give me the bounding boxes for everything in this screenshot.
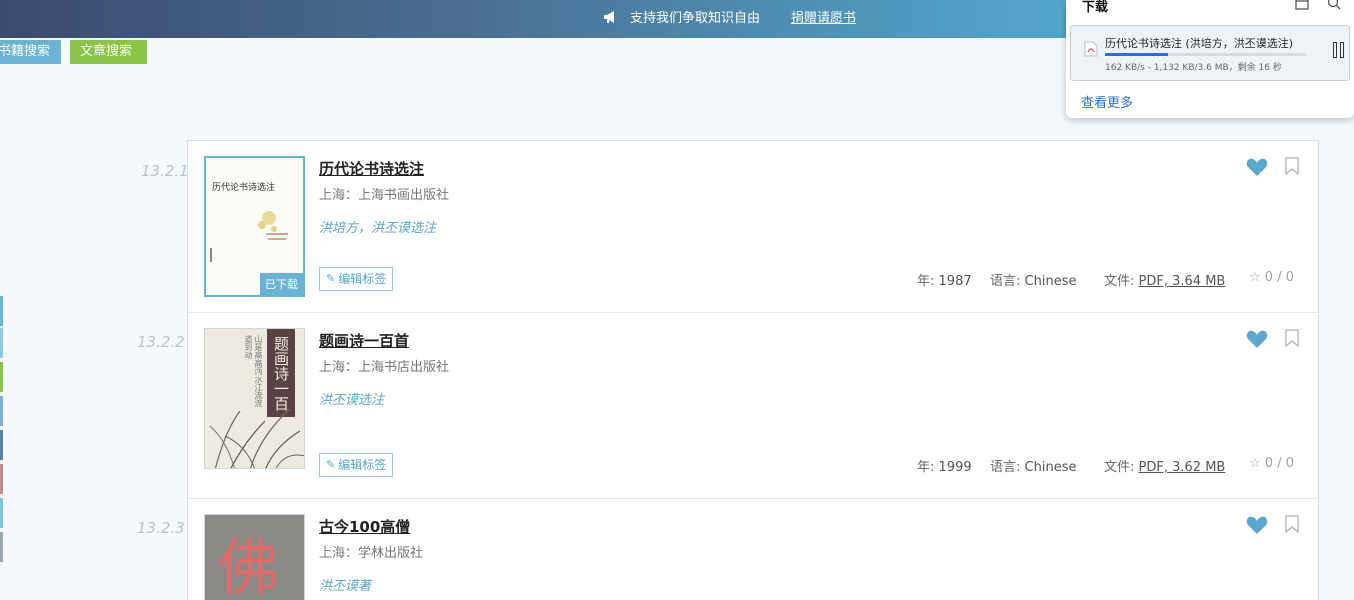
download-status: 162 KB/s - 1,132 KB/3.6 MB，剩余 16 秒 — [1105, 63, 1282, 73]
book-cover[interactable]: 历代论书诗选注 已下载 — [204, 156, 305, 297]
file-field: 文件: PDF, 3.64 MB — [1104, 270, 1225, 289]
edit-tags-label: 编辑标签 — [338, 458, 387, 472]
book-authors[interactable]: 洪丕谟选注 — [319, 389, 384, 408]
pencil-icon: ✎ — [326, 272, 336, 285]
download-filename: 历代论书诗选注 (洪培方，洪丕谟选注) — [1105, 37, 1294, 50]
edge-bar — [0, 362, 3, 392]
heart-icon[interactable] — [1246, 329, 1268, 349]
downloads-title: 下载 — [1082, 0, 1109, 15]
edge-bar — [0, 296, 3, 326]
cover-mark — [210, 248, 212, 262]
results-list: 历代论书诗选注 已下载 历代论书诗选注 上海：上海书画出版社 洪培方，洪丕谟选注… — [187, 140, 1319, 600]
edge-bar — [0, 532, 3, 562]
book-publisher: 上海：学林出版社 — [319, 546, 424, 561]
result-row: 山是高高两水江流流道到动 题画诗一百首 题画诗一百首 上海：上海书店出版社 洪丕… — [188, 313, 1318, 499]
bookmark-icon[interactable] — [1285, 329, 1299, 347]
download-progress-fill — [1105, 53, 1168, 56]
edit-tags-button[interactable]: ✎ 编辑标签 — [319, 453, 394, 477]
file-link[interactable]: PDF, 3.62 MB — [1139, 460, 1226, 475]
see-more-link[interactable]: 查看更多 — [1081, 92, 1133, 111]
pencil-icon: ✎ — [326, 458, 336, 471]
star-icon: ☆ — [1249, 270, 1261, 285]
rating[interactable]: ☆ 0 / 0 — [1249, 270, 1294, 285]
file-field: 文件: PDF, 3.62 MB — [1104, 456, 1225, 475]
book-publisher: 上海：上海书画出版社 — [319, 188, 450, 203]
download-progress-bar — [1105, 53, 1307, 56]
year-value: 1987 — [938, 274, 972, 289]
tab-article-search[interactable]: 文章搜索 — [70, 40, 147, 64]
year-field: 年: 1987 — [917, 270, 972, 289]
edge-bar — [0, 396, 3, 426]
book-publisher: 上海：上海书店出版社 — [319, 360, 450, 375]
edit-tags-button[interactable]: ✎ 编辑标签 — [319, 267, 394, 291]
bookmark-icon[interactable] — [1285, 515, 1299, 533]
edit-tags-label: 编辑标签 — [338, 272, 387, 286]
book-cover[interactable]: 山是高高两水江流流道到动 题画诗一百首 — [204, 328, 305, 469]
star-icon: ☆ — [1249, 456, 1261, 471]
year-label: 年: — [917, 460, 935, 475]
tab-book-search[interactable]: 书籍搜索 — [0, 40, 61, 64]
book-title[interactable]: 古今100高僧 — [319, 516, 410, 537]
book-authors[interactable]: 洪培方，洪丕谟选注 — [319, 217, 436, 236]
download-item[interactable]: 历代论书诗选注 (洪培方，洪丕谟选注) 162 KB/s - 1,132 KB/… — [1070, 25, 1350, 81]
year-field: 年: 1999 — [917, 456, 972, 475]
edge-bar — [0, 464, 3, 494]
rating-value: 0 / 0 — [1264, 456, 1294, 471]
rating[interactable]: ☆ 0 / 0 — [1249, 456, 1294, 471]
language-label: 语言: — [990, 274, 1021, 289]
year-label: 年: — [917, 274, 935, 289]
rating-value: 0 / 0 — [1264, 270, 1294, 285]
book-title[interactable]: 历代论书诗选注 — [319, 158, 424, 179]
downloads-panel: 下载 历代论书诗选注 (洪培方，洪丕谟选注) 162 KB/s - 1,132 … — [1066, 0, 1354, 118]
search-icon[interactable] — [1327, 0, 1341, 10]
downloaded-badge: 已下载 — [260, 273, 303, 295]
year-value: 1999 — [938, 460, 972, 475]
language-field: 语言: Chinese — [990, 456, 1076, 475]
result-number: 13.2.3 — [137, 519, 185, 537]
edge-bar — [0, 328, 3, 358]
book-authors[interactable]: 洪丕谟著 — [319, 575, 371, 594]
language-value: Chinese — [1024, 274, 1077, 289]
file-label: 文件: — [1104, 274, 1135, 289]
result-row: 佛 古今100高僧 上海：学林出版社 洪丕谟著 — [188, 499, 1318, 600]
open-folder-icon[interactable] — [1295, 0, 1309, 10]
file-link[interactable]: PDF, 3.64 MB — [1139, 274, 1226, 289]
bookmark-icon[interactable] — [1285, 157, 1299, 175]
cover-title: 佛 — [217, 531, 280, 600]
cover-art — [209, 408, 304, 468]
result-number: 13.2.2 — [137, 333, 185, 351]
pause-icon[interactable] — [1333, 42, 1347, 58]
heart-icon[interactable] — [1246, 515, 1268, 535]
book-cover[interactable]: 佛 — [204, 514, 305, 600]
book-title[interactable]: 题画诗一百首 — [319, 330, 409, 351]
edge-bar — [0, 430, 3, 460]
megaphone-icon — [604, 10, 614, 23]
language-label: 语言: — [990, 460, 1021, 475]
donate-link[interactable]: 捐赠请愿书 — [791, 7, 856, 26]
cover-title: 历代论书诗选注 — [212, 183, 276, 193]
result-row: 历代论书诗选注 已下载 历代论书诗选注 上海：上海书画出版社 洪培方，洪丕谟选注… — [188, 141, 1318, 313]
cover-art — [258, 211, 288, 240]
banner-message: 支持我们争取知识自由 — [602, 7, 760, 26]
file-label: 文件: — [1104, 460, 1135, 475]
heart-icon[interactable] — [1246, 157, 1268, 177]
language-field: 语言: Chinese — [990, 270, 1076, 289]
banner-message-text: 支持我们争取知识自由 — [630, 11, 761, 26]
result-number: 13.2.1 — [141, 162, 189, 180]
language-value: Chinese — [1024, 460, 1077, 475]
pdf-file-icon — [1084, 41, 1098, 57]
edge-bar — [0, 498, 3, 528]
